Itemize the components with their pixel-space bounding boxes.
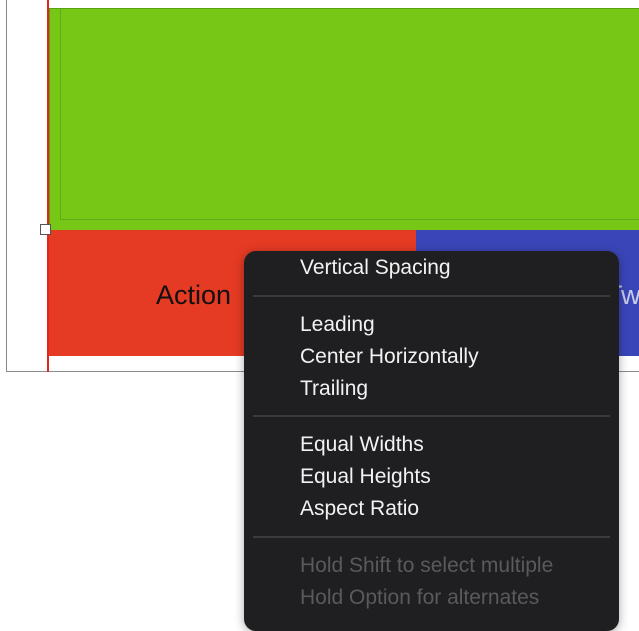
menu-item-trailing[interactable]: Trailing: [300, 377, 368, 401]
interface-builder-canvas: Action Action Two Vertical Spacing Leadi…: [0, 0, 639, 631]
menu-separator: [253, 415, 610, 417]
action-button-label: Action: [156, 280, 232, 310]
menu-item-center-horizontally[interactable]: Center Horizontally: [300, 345, 479, 369]
green-view[interactable]: [49, 8, 639, 230]
menu-hint-shift: Hold Shift to select multiple: [300, 554, 554, 577]
constraint-guide-line: [47, 0, 49, 372]
menu-item-equal-widths[interactable]: Equal Widths: [300, 433, 424, 457]
menu-separator: [253, 295, 610, 297]
menu-separator: [253, 536, 610, 538]
constraint-context-menu: Vertical Spacing Leading Center Horizont…: [244, 251, 619, 631]
menu-item-aspect-ratio[interactable]: Aspect Ratio: [300, 497, 419, 521]
resize-handle[interactable]: [40, 224, 51, 235]
menu-item-leading[interactable]: Leading: [300, 313, 375, 337]
menu-hint-option: Hold Option for alternates: [300, 586, 540, 609]
menu-item-equal-heights[interactable]: Equal Heights: [300, 465, 431, 489]
menu-item-vertical-spacing[interactable]: Vertical Spacing: [300, 256, 451, 280]
